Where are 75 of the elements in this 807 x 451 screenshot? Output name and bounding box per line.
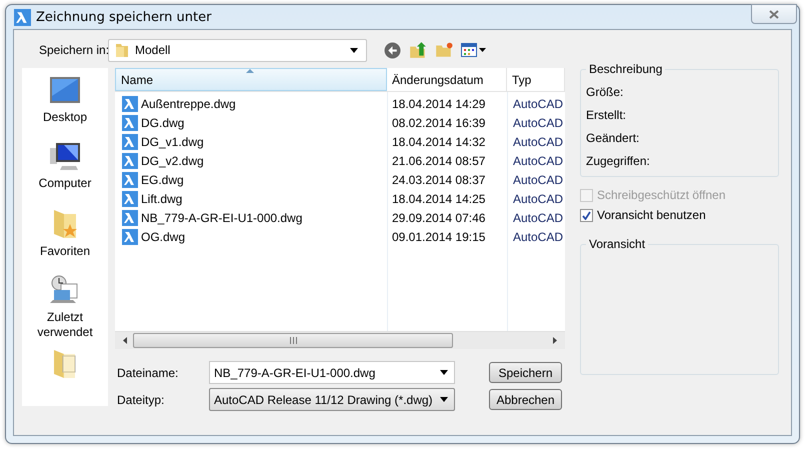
property-label: Größe: [586, 84, 624, 100]
file-type-dropdown[interactable]: AutoCAD Release 11/12 Drawing (*.dwg) [209, 388, 455, 411]
file-name-cell[interactable]: NB_779-A-GR-EI-U1-000.dwg [115, 210, 302, 226]
sort-arrow-icon [246, 69, 254, 73]
file-name-label: Dateiname: [116, 366, 180, 380]
type-cell-text: AutoCAD [512, 192, 564, 206]
folder-icon [115, 42, 129, 58]
grip-icon [290, 337, 296, 344]
app-icon [14, 8, 31, 26]
view-menu-icon[interactable] [461, 42, 487, 58]
save-in-label: Speichern in: [39, 43, 110, 57]
file-name-cell[interactable]: Außentreppe.dwg [115, 96, 236, 112]
date-cell-text: 18.04.2014 14:32 [391, 134, 486, 148]
scroll-thumb[interactable] [133, 333, 453, 348]
close-button[interactable] [751, 4, 797, 24]
place-item[interactable]: Computer [23, 134, 107, 200]
file-name-cell[interactable]: OG.dwg [115, 228, 186, 244]
date-cell-text: 18.04.2014 14:25 [391, 192, 486, 206]
horizontal-scrollbar[interactable] [115, 331, 565, 349]
date-cell-text: 29.09.2014 07:46 [391, 210, 486, 224]
drawing-file-icon [122, 114, 138, 130]
file-name-field[interactable]: NB_779-A-GR-EI-U1-000.dwg [209, 361, 455, 384]
monitor-icon [49, 76, 81, 106]
type-cell-text: AutoCAD [512, 116, 564, 130]
type-cell-text: AutoCAD [512, 230, 564, 244]
property-label: Erstellt: [586, 107, 628, 123]
column-header[interactable]: Änderungsdatum [387, 68, 507, 91]
drawing-file-icon [122, 172, 138, 188]
scroll-right-icon [553, 337, 557, 344]
checkbox[interactable] [580, 208, 593, 222]
type-cell-text: AutoCAD [512, 154, 564, 168]
property-label: Geändert: [586, 130, 640, 146]
type-cell-text: AutoCAD [512, 210, 564, 224]
file-name-cell[interactable]: DG_v1.dwg [115, 134, 204, 150]
drawing-file-icon [122, 152, 138, 168]
drawing-file-icon [122, 96, 138, 112]
close-icon [769, 10, 779, 18]
group-title: Voransicht [586, 238, 648, 251]
date-cell-text: 08.02.2014 16:39 [391, 116, 486, 130]
file-name-cell[interactable]: Lift.dwg [115, 190, 182, 206]
type-cell-text: AutoCAD [512, 134, 564, 148]
checkbox-option[interactable]: Voransicht benutzen [580, 208, 779, 222]
save-button[interactable]: Speichern [489, 362, 562, 383]
caret-icon [350, 48, 358, 52]
column-header[interactable]: Name [115, 68, 387, 91]
place-item[interactable]: Zuletzt verwendet [23, 266, 107, 340]
window-title: Zeichnung speichern unter [36, 10, 212, 24]
save-in-dropdown[interactable]: Modell [108, 38, 367, 62]
group-title: Beschreibung [586, 63, 666, 76]
date-cell-text: 09.01.2014 19:15 [391, 230, 486, 244]
new-folder-icon[interactable] [435, 42, 453, 58]
cancel-button[interactable]: Abbrechen [489, 389, 562, 410]
file-name-cell[interactable]: DG_v2.dwg [115, 152, 204, 168]
computer-icon [49, 142, 81, 172]
folder-up-icon[interactable] [409, 41, 427, 59]
file-type-label: Dateityp: [116, 392, 166, 406]
drawing-file-icon [122, 210, 138, 226]
caret-icon [440, 370, 448, 375]
drawing-file-icon [122, 228, 138, 244]
date-cell-text: 24.03.2014 08:37 [391, 172, 486, 186]
scroll-left-icon [123, 337, 127, 344]
date-cell-text: 21.06.2014 08:57 [391, 154, 486, 168]
file-name-cell[interactable]: EG.dwg [115, 172, 184, 188]
caret-icon [440, 397, 448, 402]
type-cell-text: AutoCAD [512, 172, 564, 186]
drawing-file-icon [122, 190, 138, 206]
place-item[interactable]: Desktop [23, 68, 107, 134]
type-cell-text: AutoCAD [512, 96, 564, 110]
property-label: Zugegriffen: [586, 153, 651, 169]
drawing-file-icon [122, 134, 138, 150]
column-header[interactable]: Typ [507, 68, 565, 91]
back-icon[interactable] [384, 42, 401, 58]
place-item[interactable]: Favoriten [23, 200, 107, 266]
date-cell-text: 18.04.2014 14:29 [391, 96, 486, 110]
file-name-cell[interactable]: DG.dwg [115, 114, 184, 130]
